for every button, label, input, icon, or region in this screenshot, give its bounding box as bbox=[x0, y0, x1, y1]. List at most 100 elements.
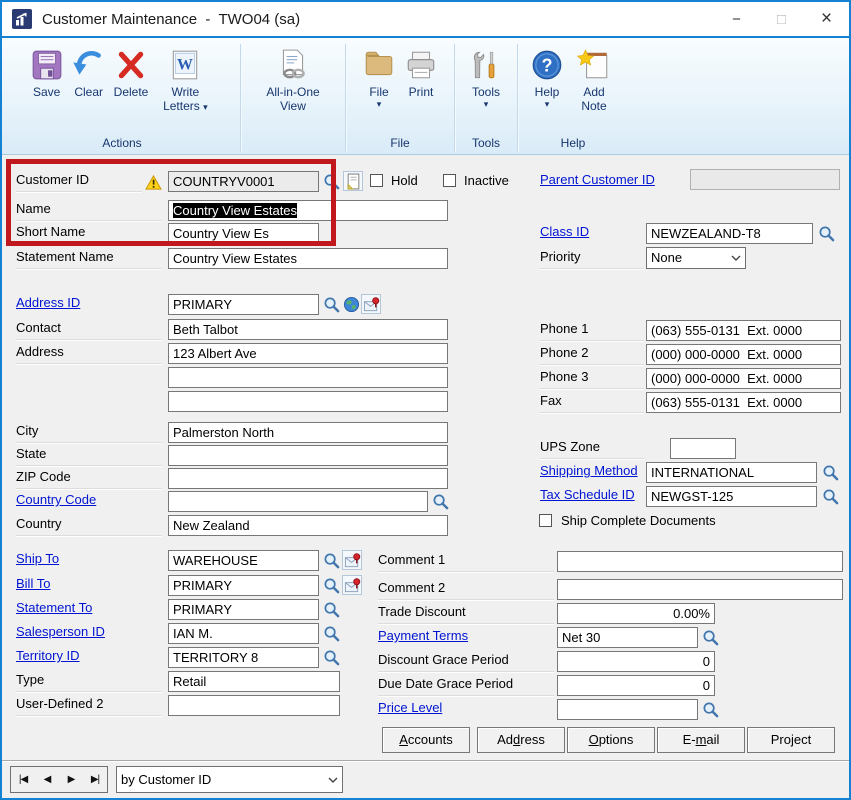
shipping-method-field[interactable]: INTERNATIONAL bbox=[646, 462, 817, 483]
hold-checkbox[interactable] bbox=[370, 174, 383, 187]
phone1-field[interactable]: (063) 555-0131 Ext. 0000 bbox=[646, 320, 841, 341]
statement-to-link[interactable]: Statement To bbox=[16, 598, 92, 620]
options-button[interactable]: Options bbox=[567, 727, 655, 753]
address-id-link[interactable]: Address ID bbox=[16, 293, 80, 315]
save-icon bbox=[30, 48, 64, 82]
payment-terms-link[interactable]: Payment Terms bbox=[378, 626, 468, 648]
statement-name-field[interactable]: Country View Estates bbox=[168, 248, 448, 269]
email-button[interactable]: E-mail bbox=[657, 727, 745, 753]
shipping-method-lookup-icon[interactable] bbox=[820, 462, 840, 482]
write-letters-button[interactable]: W Write Letters ▾ bbox=[152, 46, 218, 115]
ups-zone-field[interactable] bbox=[670, 438, 736, 459]
file-button[interactable]: File ▾ bbox=[358, 46, 400, 111]
state-field[interactable] bbox=[168, 445, 448, 466]
phone3-field[interactable]: (000) 000-0000 Ext. 0000 bbox=[646, 368, 841, 389]
territory-id-field[interactable]: TERRITORY 8 bbox=[168, 647, 319, 668]
phone3-label: Phone 3 bbox=[540, 367, 644, 389]
accounts-button[interactable]: Accounts bbox=[382, 727, 470, 753]
comment1-field[interactable] bbox=[557, 551, 843, 572]
tax-schedule-id-link[interactable]: Tax Schedule ID bbox=[540, 485, 635, 507]
salesperson-id-field[interactable]: IAN M. bbox=[168, 623, 319, 644]
shipping-method-link[interactable]: Shipping Method bbox=[540, 461, 638, 483]
bill-to-link[interactable]: Bill To bbox=[16, 574, 50, 596]
ship-to-field[interactable]: WAREHOUSE bbox=[168, 550, 319, 571]
customer-form: Customer ID COUNTRYV0001 Hold Inactive P… bbox=[2, 155, 849, 760]
folder-icon bbox=[362, 48, 396, 82]
payment-terms-field[interactable]: Net 30 bbox=[557, 627, 698, 648]
address-line2-field[interactable] bbox=[168, 367, 448, 388]
address-line1-field[interactable]: 123 Albert Ave bbox=[168, 343, 448, 364]
city-field[interactable]: Palmerston North bbox=[168, 422, 448, 443]
first-record-icon[interactable]: |◀ bbox=[11, 767, 35, 792]
ship-to-lookup-icon[interactable] bbox=[321, 550, 341, 570]
globe-icon[interactable] bbox=[341, 294, 361, 314]
add-note-button[interactable]: Add Note bbox=[568, 46, 620, 115]
close-button[interactable]: × bbox=[804, 2, 849, 36]
parent-customer-id-link[interactable]: Parent Customer ID bbox=[540, 170, 655, 192]
class-id-link[interactable]: Class ID bbox=[540, 222, 589, 244]
tax-schedule-id-field[interactable]: NEWGST-125 bbox=[646, 486, 817, 507]
country-code-field[interactable] bbox=[168, 491, 428, 512]
territory-id-link[interactable]: Territory ID bbox=[16, 646, 80, 668]
toolbar-separator bbox=[240, 44, 241, 152]
due-date-grace-period-field[interactable]: 0 bbox=[557, 675, 715, 696]
inactive-checkbox[interactable] bbox=[443, 174, 456, 187]
internet-info-icon[interactable] bbox=[342, 550, 362, 570]
help-button[interactable]: ? Help ▾ bbox=[526, 46, 568, 111]
address-id-lookup-icon[interactable] bbox=[321, 294, 341, 314]
sort-by-value: by Customer ID bbox=[121, 770, 328, 790]
salesperson-lookup-icon[interactable] bbox=[321, 623, 341, 643]
class-id-field[interactable]: NEWZEALAND-T8 bbox=[646, 223, 813, 244]
address-id-field[interactable]: PRIMARY bbox=[168, 294, 319, 315]
maximize-button[interactable]: □ bbox=[759, 2, 804, 36]
delete-button[interactable]: Delete bbox=[110, 46, 153, 101]
payment-terms-lookup-icon[interactable] bbox=[700, 627, 720, 647]
print-button[interactable]: Print bbox=[400, 46, 442, 101]
ship-to-link[interactable]: Ship To bbox=[16, 549, 59, 571]
price-level-lookup-icon[interactable] bbox=[700, 699, 720, 719]
zip-code-field[interactable] bbox=[168, 468, 448, 489]
project-button[interactable]: Project bbox=[747, 727, 835, 753]
address-button[interactable]: Address bbox=[477, 727, 565, 753]
comment2-field[interactable] bbox=[557, 579, 843, 600]
tools-label: Tools bbox=[472, 85, 500, 99]
print-label: Print bbox=[409, 85, 434, 99]
territory-lookup-icon[interactable] bbox=[321, 647, 341, 667]
discount-grace-period-field[interactable]: 0 bbox=[557, 651, 715, 672]
tools-button[interactable]: Tools ▾ bbox=[465, 46, 507, 111]
last-record-icon[interactable]: ▶| bbox=[83, 767, 107, 792]
salesperson-id-link[interactable]: Salesperson ID bbox=[16, 622, 105, 644]
country-code-lookup-icon[interactable] bbox=[430, 491, 450, 511]
price-level-link[interactable]: Price Level bbox=[378, 698, 442, 720]
address-line3-field[interactable] bbox=[168, 391, 448, 412]
internet-info-icon[interactable] bbox=[342, 575, 362, 595]
save-button[interactable]: Save bbox=[26, 46, 68, 101]
statement-to-field[interactable]: PRIMARY bbox=[168, 599, 319, 620]
note-icon[interactable] bbox=[343, 171, 363, 191]
type-field[interactable]: Retail bbox=[168, 671, 340, 692]
tax-schedule-lookup-icon[interactable] bbox=[820, 486, 840, 506]
minimize-button[interactable]: − bbox=[714, 2, 759, 36]
internet-info-icon[interactable] bbox=[361, 294, 381, 314]
statement-to-lookup-icon[interactable] bbox=[321, 599, 341, 619]
contact-field[interactable]: Beth Talbot bbox=[168, 319, 448, 340]
bill-to-lookup-icon[interactable] bbox=[321, 575, 341, 595]
class-id-lookup-icon[interactable] bbox=[816, 223, 836, 243]
all-in-one-view-button[interactable]: All-in-One View bbox=[248, 46, 338, 115]
fax-field[interactable]: (063) 555-0131 Ext. 0000 bbox=[646, 392, 841, 413]
delete-label: Delete bbox=[114, 85, 149, 99]
country-code-link[interactable]: Country Code bbox=[16, 490, 96, 512]
bill-to-field[interactable]: PRIMARY bbox=[168, 575, 319, 596]
phone2-field[interactable]: (000) 000-0000 Ext. 0000 bbox=[646, 344, 841, 365]
previous-record-icon[interactable]: ◀ bbox=[35, 767, 59, 792]
sort-by-dropdown[interactable]: by Customer ID bbox=[116, 766, 343, 793]
write-letters-icon: W bbox=[168, 48, 202, 82]
next-record-icon[interactable]: ▶ bbox=[59, 767, 83, 792]
ship-complete-documents-checkbox[interactable] bbox=[539, 514, 552, 527]
price-level-field[interactable] bbox=[557, 699, 698, 720]
clear-button[interactable]: Clear bbox=[68, 46, 110, 101]
trade-discount-field[interactable]: 0.00% bbox=[557, 603, 715, 624]
priority-dropdown[interactable]: None bbox=[646, 247, 746, 269]
country-field[interactable]: New Zealand bbox=[168, 515, 448, 536]
user-defined-2-field[interactable] bbox=[168, 695, 340, 716]
